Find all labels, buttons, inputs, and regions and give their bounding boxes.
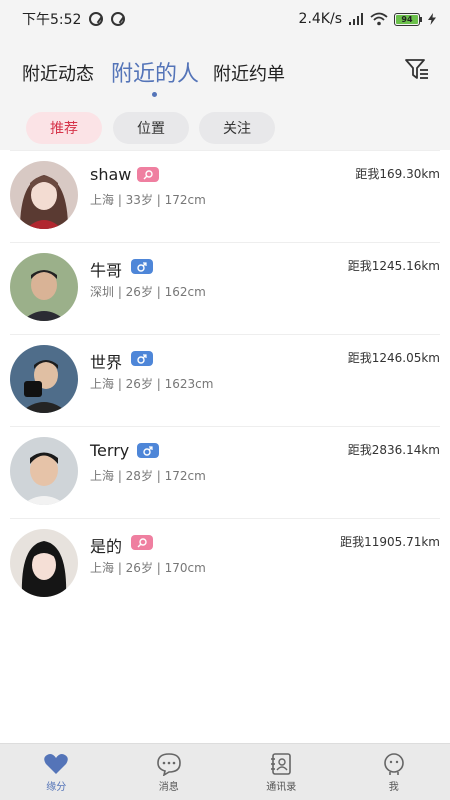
chip-location[interactable]: 位置 [113,112,189,144]
avatar[interactable] [10,437,78,505]
user-row[interactable]: shaw 上海 | 33岁 | 172cm 距我169.30km [10,150,440,242]
nav-label: 消息 [158,781,179,793]
user-distance: 距我169.30km [355,167,440,181]
network-speed: 2.4K/s [298,11,342,27]
avatar[interactable] [10,161,78,229]
user-info: 上海 | 33岁 | 172cm [90,193,206,207]
user-distance: 距我2836.14km [347,443,440,457]
status-time: 下午5:52 [22,12,82,28]
female-gender-icon [131,535,153,550]
avatar[interactable] [10,253,78,321]
tab-nearby-people[interactable]: 附近的人 [111,56,199,88]
user-distance: 距我11905.71km [340,535,440,549]
chip-recommend[interactable]: 推荐 [26,112,102,144]
chip-follow[interactable]: 关注 [199,112,275,144]
contacts-book-icon [271,752,292,775]
status-left: 下午5:52 [22,9,126,29]
user-name: Terry [90,441,130,460]
user-name: 牛哥 [90,261,123,280]
nav-label: 我 [388,781,399,793]
heart-icon [44,753,69,774]
user-info: 上海 | 28岁 | 172cm [90,469,206,483]
status-bar: 下午5:52 2.4K/s 94 [0,0,450,38]
user-row[interactable]: 牛哥 深圳 | 26岁 | 162cm 距我1245.16km [10,242,440,334]
user-row[interactable]: 是的 上海 | 26岁 | 170cm 距我11905.71km [10,518,440,610]
active-tab-indicator [152,92,157,97]
notification-icon-2 [111,12,126,26]
nav-label: 缘分 [46,781,67,793]
bottom-nav: 缘分 消息 通讯录 我 [0,743,450,800]
tab-nearby-moments[interactable]: 附近动态 [22,60,94,86]
user-name: 世界 [90,353,123,372]
user-info: 上海 | 26岁 | 170cm [90,561,206,575]
avatar[interactable] [10,529,78,597]
nav-item-messages[interactable]: 消息 [113,744,226,800]
user-distance: 距我1245.16km [347,259,440,273]
profile-face-icon [383,752,404,775]
chat-bubble-icon [156,752,181,776]
user-list: shaw 上海 | 33岁 | 172cm 距我169.30km 牛哥 深圳 |… [0,150,450,610]
user-name: shaw [90,165,132,184]
battery-level: 94 [396,14,418,24]
nav-label: 通讯录 [266,781,297,793]
filter-chips: 推荐 位置 关注 [0,100,450,150]
status-right: 2.4K/s 94 [299,11,436,27]
user-info: 上海 | 26岁 | 1623cm [90,377,214,391]
user-row[interactable]: 世界 上海 | 26岁 | 1623cm 距我1246.05km [10,334,440,426]
user-row[interactable]: Terry 上海 | 28岁 | 172cm 距我2836.14km [10,426,440,518]
header: 附近动态 附近的人 附近约单 [0,38,450,100]
male-gender-icon [137,443,159,458]
battery-icon: 94 [394,12,422,26]
charging-icon [428,13,436,25]
user-distance: 距我1246.05km [347,351,440,365]
signal-icon [349,13,363,25]
user-name: 是的 [90,537,123,556]
female-gender-icon [137,167,159,182]
male-gender-icon [131,259,153,274]
nav-item-fate[interactable]: 缘分 [0,744,113,800]
male-gender-icon [131,351,153,366]
nav-item-contacts[interactable]: 通讯录 [225,744,338,800]
avatar[interactable] [10,345,78,413]
nav-item-me[interactable]: 我 [338,744,450,800]
filter-icon[interactable] [404,56,430,82]
tab-nearby-orders[interactable]: 附近约单 [213,60,285,86]
user-info: 深圳 | 26岁 | 162cm [90,285,206,299]
wifi-icon [370,12,388,26]
notification-icon [89,12,104,26]
